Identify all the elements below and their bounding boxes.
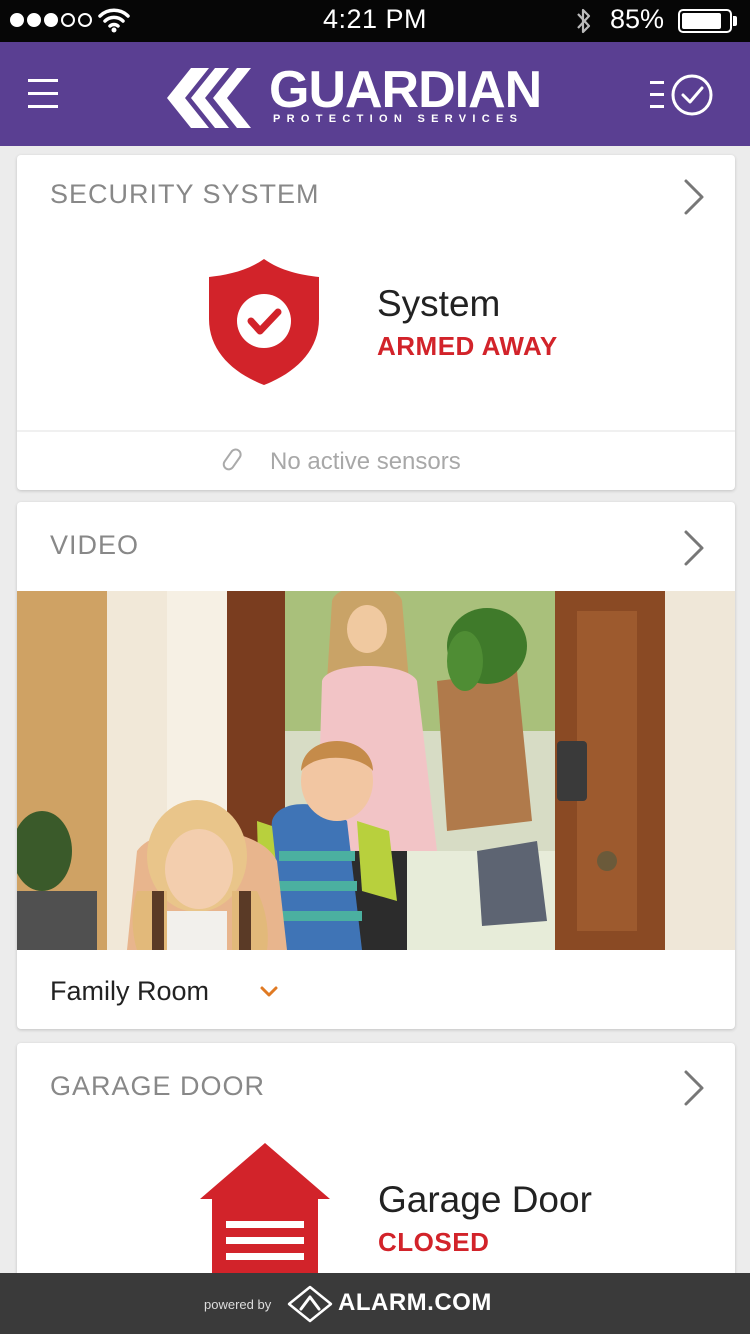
provider-name: ALARM.COM	[338, 1289, 492, 1316]
history-clock-icon[interactable]	[648, 72, 720, 118]
battery-icon	[678, 9, 732, 33]
brand-name: GUARDIAN	[269, 61, 542, 119]
alarm-com-logo-icon	[287, 1285, 333, 1323]
shield-check-icon	[209, 259, 319, 385]
chevron-right-icon[interactable]	[681, 528, 707, 568]
hamburger-icon[interactable]	[24, 70, 64, 118]
battery-percent: 85%	[610, 4, 665, 34]
card-divider	[17, 430, 735, 432]
garage-device-name: Garage Door	[378, 1179, 592, 1220]
security-status-label: System	[377, 283, 501, 324]
garage-door-card[interactable]: GARAGE DOOR Garage Door CLOSED	[17, 1043, 735, 1283]
guardian-chevrons-icon	[167, 68, 251, 128]
garage-card-title: GARAGE DOOR	[50, 1071, 266, 1101]
sensor-status-text: No active sensors	[270, 448, 461, 475]
powered-by-footer: powered by ALARM.COM	[0, 1273, 750, 1334]
bluetooth-icon	[577, 8, 591, 34]
chevron-down-icon[interactable]	[257, 980, 281, 1004]
security-system-card[interactable]: SECURITY SYSTEM System ARMED AWAY No act…	[17, 155, 735, 490]
video-card-title: VIDEO	[50, 530, 140, 560]
powered-by-label: powered by	[204, 1297, 272, 1312]
camera-feed-illustration	[17, 591, 735, 950]
sensor-icon	[222, 448, 242, 471]
camera-feed-image[interactable]	[17, 591, 735, 950]
security-status-value: ARMED AWAY	[377, 331, 558, 361]
garage-device-status: CLOSED	[378, 1227, 490, 1257]
security-card-title: SECURITY SYSTEM	[50, 179, 320, 209]
battery-tip	[733, 16, 737, 26]
chevron-right-icon[interactable]	[681, 177, 707, 217]
guardian-logo: GUARDIAN PROTECTION SERVICES	[165, 60, 555, 134]
status-bar: 4:21 PM 85%	[0, 0, 750, 42]
garage-icon	[200, 1143, 330, 1281]
camera-name[interactable]: Family Room	[50, 976, 209, 1007]
video-card[interactable]: VIDEO Family Room	[17, 502, 735, 1029]
chevron-right-icon[interactable]	[681, 1068, 707, 1108]
app-header: GUARDIAN PROTECTION SERVICES	[0, 42, 750, 146]
brand-tagline: PROTECTION SERVICES	[273, 113, 524, 125]
